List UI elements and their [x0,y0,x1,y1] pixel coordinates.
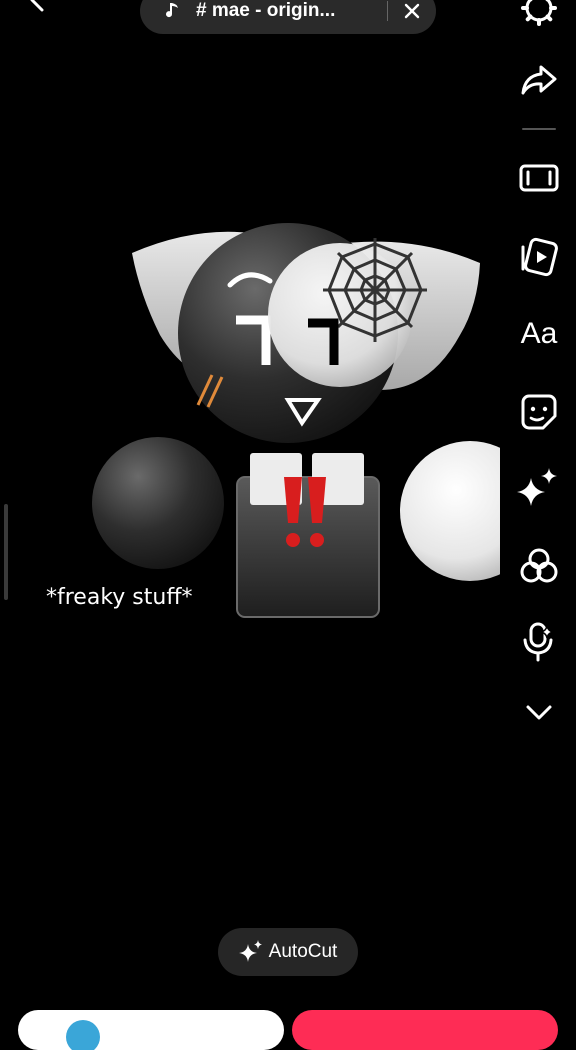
share-button[interactable] [514,58,564,102]
sparkle-icon [238,940,262,962]
sticker-icon [521,394,557,430]
music-title: # mae - origin... [196,0,336,21]
divider [387,1,388,21]
effects-button[interactable] [514,466,564,510]
video-preview [92,223,500,618]
aspect-ratio-icon [519,164,559,192]
text-button[interactable]: Aa [514,312,564,356]
music-selector[interactable]: # mae - origin... [140,0,436,34]
your-story-button[interactable] [18,1010,284,1050]
close-icon[interactable] [402,1,422,21]
filters-button[interactable] [514,544,564,588]
caption-text[interactable]: *freaky stuff* [46,585,192,610]
chevron-down-icon [526,705,552,720]
sparkle-icon [517,468,557,506]
more-tools-button[interactable] [514,690,564,734]
side-drag-handle[interactable] [4,504,8,600]
templates-button[interactable] [514,234,564,278]
light-ball [400,441,500,581]
voice-effects-button[interactable] [514,620,564,664]
autocut-label: AutoCut [268,941,338,962]
text-tool-label: Aa [520,317,558,350]
filter-circles-icon [520,548,558,583]
toolbar-divider [522,128,556,130]
dark-ball [92,437,224,569]
avatar [66,1020,100,1050]
sticker-button[interactable] [514,390,564,434]
aspect-ratio-button[interactable] [514,156,564,200]
spider-web-icon [323,238,427,342]
back-button[interactable] [22,0,52,16]
chevron-left-icon [30,0,44,12]
music-note-icon [166,3,178,18]
autocut-button[interactable]: AutoCut [218,928,358,976]
video-card-icon [521,237,558,277]
gear-icon [521,0,557,26]
settings-button[interactable] [514,0,564,30]
share-arrow-icon [521,65,557,95]
voice-effect-mic-icon [523,622,554,662]
next-button[interactable] [292,1010,558,1050]
